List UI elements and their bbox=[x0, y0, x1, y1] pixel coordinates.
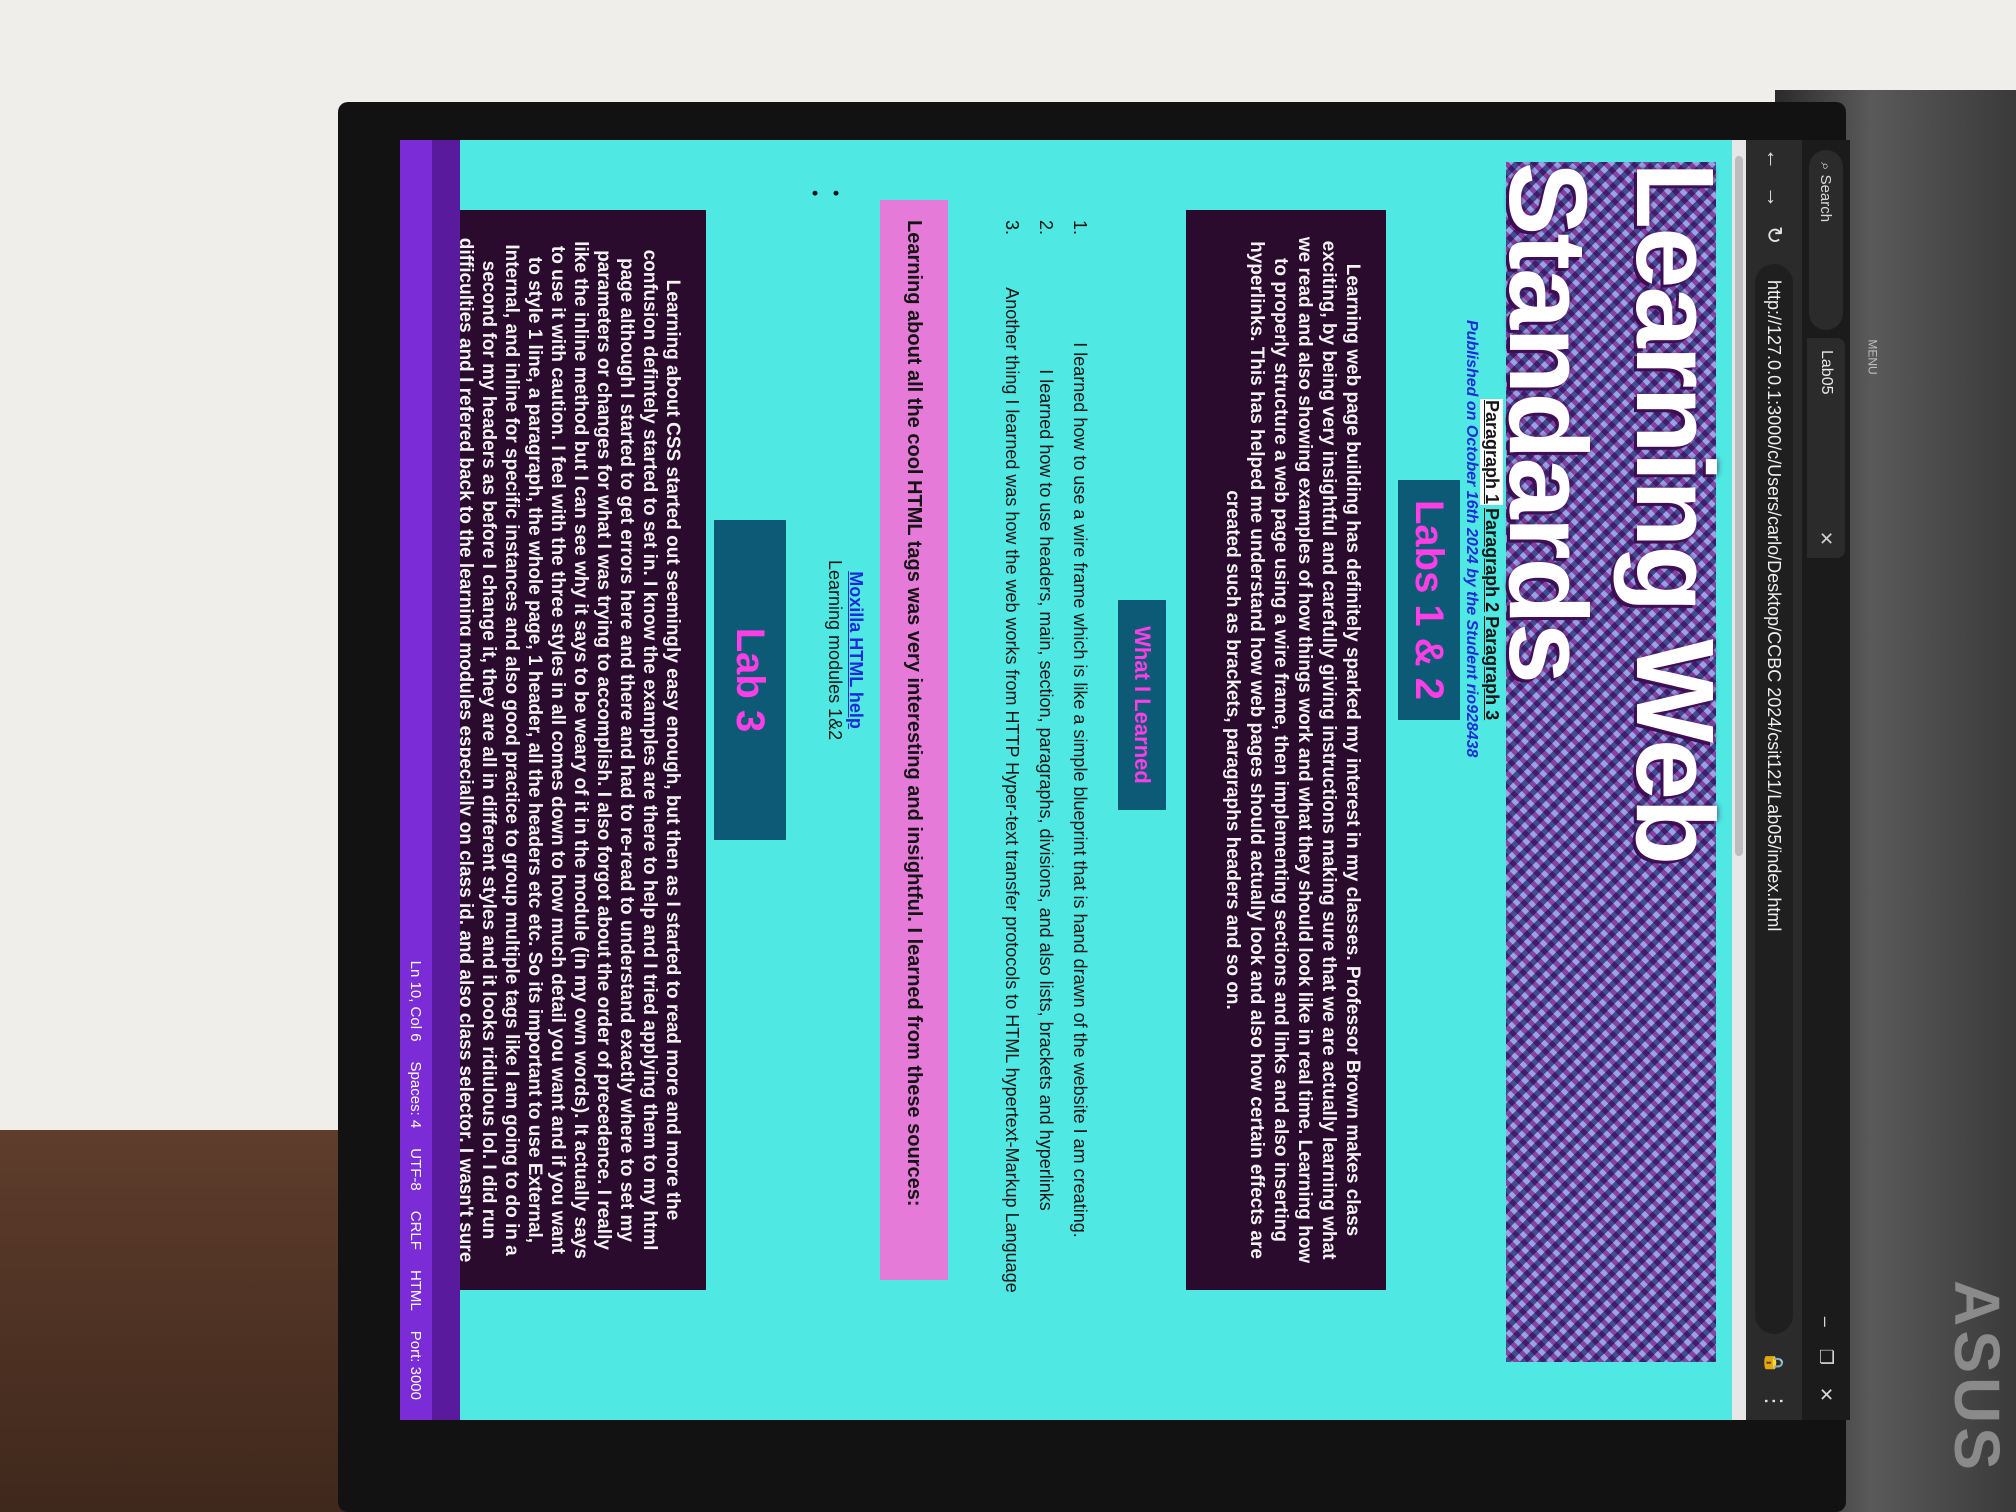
screen: ⌕ Search Lab05 ✕ – ❐ ✕ ← → ↻ http://127.… bbox=[400, 140, 1850, 1420]
minimize-icon[interactable]: – bbox=[1816, 1317, 1837, 1327]
monitor-menu-label: MENU bbox=[1865, 339, 1880, 375]
paragraph-3-link[interactable]: Paragraph 3 bbox=[1481, 616, 1502, 720]
reload-icon[interactable]: ↻ bbox=[1761, 216, 1787, 254]
web-page: Learning Web Standards Paragraph 1 Parag… bbox=[400, 140, 1746, 1420]
paragraph-1-link[interactable]: Paragraph 1 bbox=[1480, 395, 1503, 510]
status-line-ending[interactable]: CRLF bbox=[408, 1211, 425, 1250]
labs-1-2-text: Learning web page building has definitel… bbox=[1186, 210, 1386, 1290]
tab-title: Lab05 bbox=[1818, 350, 1835, 395]
back-icon[interactable]: ← bbox=[1761, 140, 1787, 178]
editor-status-bar: Ln 10, Col 6 Spaces: 4 UTF-8 CRLF HTML P… bbox=[400, 140, 432, 1420]
close-tab-icon[interactable]: ✕ bbox=[1816, 531, 1837, 546]
page-footer-band bbox=[432, 140, 460, 1420]
status-live-server[interactable]: Port: 3000 bbox=[408, 1331, 425, 1400]
url-field[interactable]: http://127.0.0.1:3000/c/Users/carlo/Desk… bbox=[1755, 264, 1793, 1334]
published-line: Published on October 16th 2024 by the St… bbox=[1463, 320, 1480, 758]
close-window-icon[interactable]: ✕ bbox=[1816, 1387, 1837, 1402]
status-language[interactable]: HTML bbox=[408, 1270, 425, 1311]
sources-list: Moxilla HTML help Learning modules 1&2 bbox=[824, 560, 866, 740]
list-item: I learned how to use headers, main, sect… bbox=[1035, 240, 1057, 1340]
source-learning-modules: Learning modules 1&2 bbox=[825, 560, 845, 741]
sources-intro: Learning about all the cool HTML tags wa… bbox=[880, 200, 948, 1280]
status-cursor-position[interactable]: Ln 10, Col 6 bbox=[408, 961, 425, 1042]
bullet-markers: • • bbox=[805, 190, 846, 197]
page-title: Learning Web Standards bbox=[1486, 162, 1736, 864]
lab-3-heading: Lab 3 bbox=[714, 520, 786, 840]
status-indentation[interactable]: Spaces: 4 bbox=[408, 1062, 425, 1129]
address-bar: ← → ↻ http://127.0.0.1:3000/c/Users/carl… bbox=[1746, 140, 1802, 1420]
restore-icon[interactable]: ❐ bbox=[1816, 1349, 1837, 1365]
mozilla-html-help-link[interactable]: Moxilla HTML help bbox=[845, 560, 866, 740]
more-icon[interactable]: ⋮ bbox=[1761, 1382, 1787, 1420]
status-encoding[interactable]: UTF-8 bbox=[408, 1148, 425, 1191]
window-controls: – ❐ ✕ bbox=[1816, 1317, 1837, 1420]
search-label: Search bbox=[1817, 174, 1835, 223]
learned-list: I learned how to use a wire frame which … bbox=[989, 200, 1091, 1340]
paragraph-2-link[interactable]: Paragraph 2 bbox=[1481, 508, 1502, 612]
forward-icon[interactable]: → bbox=[1761, 178, 1787, 216]
what-i-learned-heading: What I Learned bbox=[1118, 600, 1166, 810]
lock-icon[interactable]: 🔒 bbox=[1764, 1344, 1785, 1382]
banner: Learning Web Standards bbox=[1486, 162, 1736, 1362]
list-item: Another thing I learned was how the web … bbox=[1001, 240, 1023, 1340]
list-item: I learned how to use a wire frame which … bbox=[1069, 240, 1091, 1340]
taskbar-search[interactable]: ⌕ Search bbox=[1809, 150, 1843, 330]
browser-tab[interactable]: Lab05 ✕ bbox=[1807, 338, 1845, 558]
monitor-brand: ASUS bbox=[1940, 1280, 2013, 1474]
titlebar: ⌕ Search Lab05 ✕ – ❐ ✕ bbox=[1802, 140, 1850, 1420]
labs-1-2-heading: Labs 1 & 2 bbox=[1398, 480, 1460, 720]
search-icon: ⌕ bbox=[1817, 162, 1835, 175]
paragraph-links: Paragraph 1 Paragraph 2 Paragraph 3 bbox=[1480, 395, 1503, 720]
